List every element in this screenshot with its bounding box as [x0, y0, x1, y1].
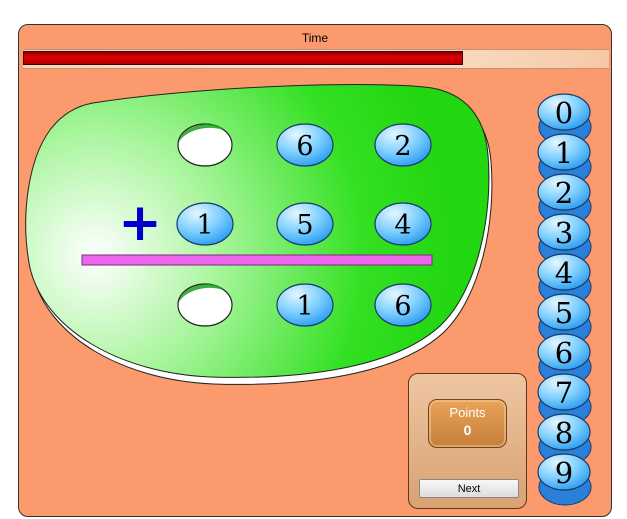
digit-tile-label: 3 [555, 216, 573, 250]
addend-bottom-slot-1: 5 [276, 202, 334, 246]
digit-tile-label: 5 [555, 296, 573, 330]
points-display: Points 0 [428, 399, 507, 448]
addend-top-digit-1: 6 [296, 131, 313, 162]
points-value: 0 [463, 422, 472, 438]
digit-tile-9[interactable]: 9 [537, 453, 592, 506]
digit-tile-label: 4 [555, 256, 573, 290]
sum-slot-1: 1 [276, 283, 334, 327]
digit-tile-label: 1 [555, 136, 573, 170]
sum-rule-line [81, 254, 433, 266]
sum-digit-2: 6 [394, 291, 411, 322]
addend-bottom-digit-0: 1 [196, 210, 213, 241]
digit-tile-label: 0 [555, 96, 573, 130]
digit-slots: 6 2 1 5 4 1 6 [176, 123, 432, 327]
sum-digit-1: 1 [296, 291, 313, 322]
digit-tile-label: 9 [555, 456, 573, 490]
addend-bottom-digit-2: 4 [394, 210, 411, 241]
points-label: Points [449, 405, 486, 420]
addend-top-slot-0[interactable] [177, 123, 233, 167]
addend-bottom-slot-2: 4 [374, 202, 432, 246]
addend-top-slot-1: 6 [276, 123, 334, 167]
plus-operator: + [118, 193, 162, 253]
digit-tile-label: 7 [555, 376, 573, 410]
digit-tile-label: 8 [555, 416, 573, 450]
digit-tile-label: 6 [555, 336, 573, 370]
game-board: + 6 2 1 5 4 1 6 0 1 2 3 4 5 6 7 8 9 [25, 84, 592, 506]
addend-top-digit-2: 2 [394, 131, 411, 162]
points-panel: Points 0 Next [408, 373, 527, 509]
sum-slot-0[interactable] [177, 283, 233, 327]
digit-tile-column: 0 1 2 3 4 5 6 7 8 9 [537, 93, 592, 506]
addend-bottom-digit-1: 5 [296, 210, 313, 241]
addend-top-slot-2: 2 [374, 123, 432, 167]
digit-tile-label: 2 [555, 176, 573, 210]
next-button[interactable]: Next [419, 479, 519, 498]
sum-slot-2: 6 [374, 283, 432, 327]
addend-bottom-slot-0: 1 [176, 202, 234, 246]
